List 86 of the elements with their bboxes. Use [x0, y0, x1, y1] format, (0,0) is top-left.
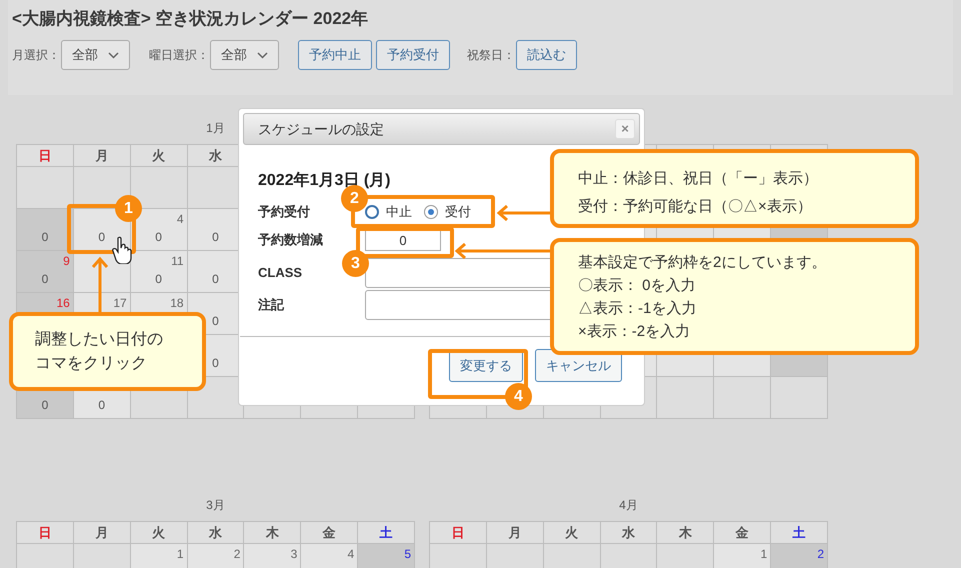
weekday-header: 金: [736, 524, 749, 542]
slot-count: 0: [211, 230, 220, 244]
callout-tooltip: 調整したい日付の コマをクリック: [9, 312, 206, 391]
weekday-header: 火: [152, 524, 166, 542]
month-label: 1月: [206, 121, 225, 135]
number-input[interactable]: 0: [365, 229, 441, 251]
day-number: 5: [404, 547, 411, 561]
day-number: 4: [347, 547, 354, 561]
slot-count: 0: [97, 398, 106, 412]
weekday-header: 土: [792, 524, 806, 542]
toolbar-button[interactable]: 読込む: [516, 40, 577, 70]
field-label: CLASS: [258, 265, 302, 280]
calendar-cell[interactable]: 5: [358, 544, 415, 568]
day-number: 1: [176, 547, 184, 561]
weekday-header: 金: [322, 524, 336, 542]
chevron-down-icon: [257, 52, 268, 58]
field-label: 注記: [258, 297, 284, 312]
calendar-cell[interactable]: [17, 167, 74, 209]
slot-count: 0: [211, 314, 220, 328]
calendar-cell[interactable]: 2: [188, 544, 244, 568]
weekday-header: 月: [508, 524, 522, 542]
weekday-header: 水: [208, 146, 222, 165]
field-label: 祝祭日：: [467, 47, 515, 64]
calendar-cell[interactable]: 11 0: [130, 251, 188, 293]
calendar-cell[interactable]: 2: [771, 544, 828, 568]
weekday-header: 日: [451, 524, 464, 542]
callout-tooltip: 基本設定で予約枠を2にしています。 〇表示： 0を入力 △表示：-1を入力 ×表示：-2を入力: [550, 238, 919, 355]
radio-option[interactable]: 中止: [365, 202, 412, 222]
page-title: <大腸内視鏡検査> 空き状況カレンダー 2022年: [12, 8, 370, 30]
weekday-header: 土: [380, 524, 393, 542]
day-number: 11: [171, 254, 184, 268]
chevron-down-icon: [108, 52, 119, 58]
weekday-header: 月: [95, 524, 108, 542]
calendar-cell[interactable]: [714, 377, 772, 419]
weekday-header: 日: [38, 524, 52, 542]
select-dropdown[interactable]: 全部: [210, 40, 279, 70]
calendar-cell[interactable]: 1: [714, 544, 772, 568]
weekday-header: 月: [95, 146, 108, 165]
field-label: 月選択：: [12, 47, 60, 64]
weekday-header: 火: [152, 146, 166, 165]
toolbar-button[interactable]: 予約受付: [376, 40, 450, 70]
arrow: [92, 256, 108, 314]
day-number: 2: [817, 547, 824, 561]
calendar-cell[interactable]: 9 0: [17, 251, 74, 293]
weekday-header: 木: [678, 524, 692, 542]
slot-count: 0: [40, 398, 50, 412]
day-number: 3: [290, 547, 298, 561]
close-button[interactable]: ×: [615, 119, 635, 139]
day-number: 1: [760, 547, 768, 561]
callout-tooltip: 中止：休診日、祝日（「ー」表示） 受付：予約可能な日（〇△×表示）: [550, 149, 919, 228]
radio-option[interactable]: 受付: [424, 202, 471, 222]
toolbar-button[interactable]: 予約中止: [298, 40, 372, 70]
slot-count: 0: [211, 272, 220, 286]
hand-cursor-icon: [112, 236, 134, 264]
day-number: 17: [113, 296, 127, 310]
calendar-cell[interactable]: [771, 377, 828, 419]
day-number: 18: [170, 296, 184, 310]
field-label: 予約受付: [258, 204, 310, 219]
slot-count: 0: [97, 230, 106, 244]
calendar-cell[interactable]: [657, 377, 714, 419]
day-number: 4: [176, 212, 184, 226]
day-number: 16: [56, 296, 70, 310]
weekday-header: 水: [622, 524, 635, 542]
select-dropdown[interactable]: 全部: [61, 40, 130, 70]
day-number: 9: [63, 254, 70, 268]
field-label: 曜日選択：: [149, 47, 209, 64]
calendar-cell[interactable]: 3: [244, 544, 302, 568]
month-label: 4月: [619, 498, 638, 512]
dialog-title: スケジュールの設定: [258, 120, 384, 138]
slot-count: 0: [211, 356, 220, 370]
slot-count: 0: [154, 272, 163, 286]
calendar-cell[interactable]: 4: [301, 544, 358, 568]
month-label: 3月: [206, 498, 225, 512]
calendar-cell[interactable]: 0: [17, 209, 74, 251]
field-label: 予約数増減: [258, 232, 323, 247]
weekday-header: 火: [565, 524, 578, 542]
slot-count: 0: [40, 230, 50, 244]
weekday-header: 木: [266, 524, 279, 542]
arrow: [496, 205, 552, 221]
day-number: 2: [234, 547, 240, 561]
weekday-header: 水: [208, 524, 222, 542]
calendar-cell[interactable]: 1: [130, 544, 188, 568]
weekday-header: 日: [38, 146, 52, 165]
slot-count: 0: [40, 272, 50, 286]
slot-count: 0: [154, 230, 163, 244]
calendar-cell[interactable]: [130, 167, 188, 209]
